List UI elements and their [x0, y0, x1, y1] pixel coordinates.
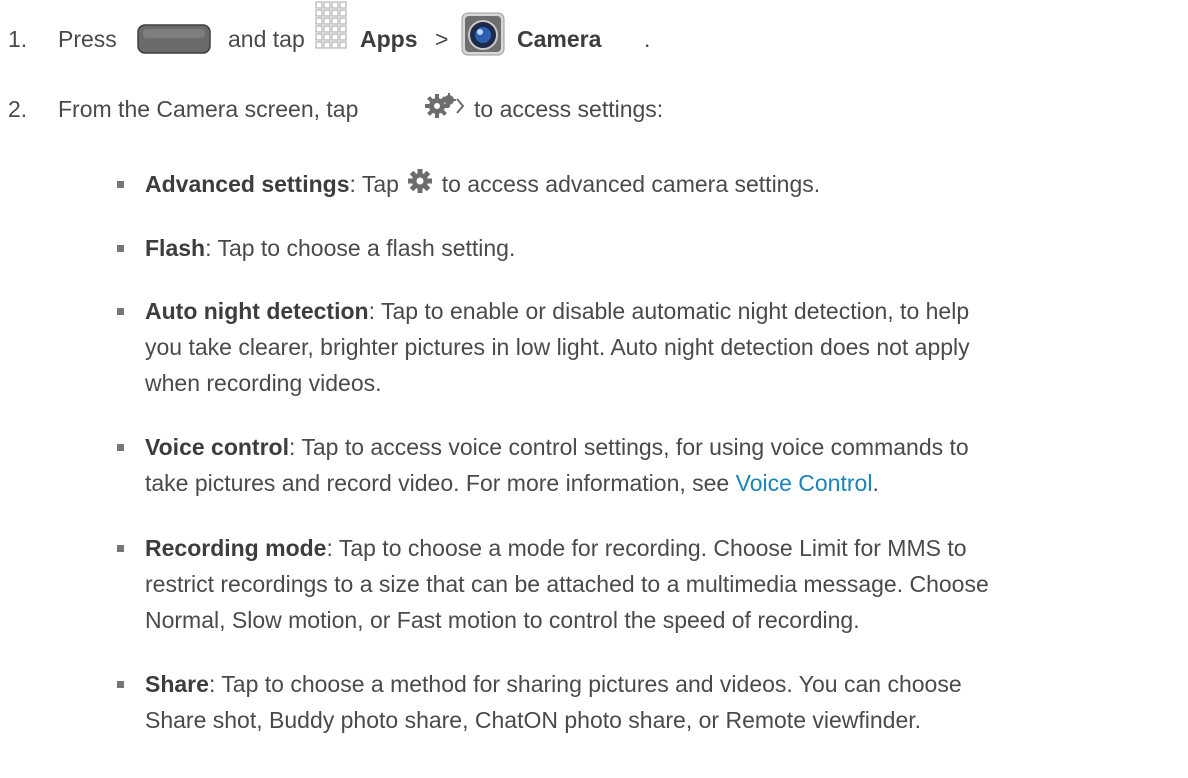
bullet-marker	[117, 308, 124, 315]
camera-label: Camera	[517, 26, 602, 52]
bullet-marker	[117, 444, 124, 451]
list-text: : Tap to access voice control settings, …	[289, 434, 969, 460]
list-text: take pictures and record video. For more…	[145, 470, 730, 496]
list-text: when recording videos.	[145, 370, 382, 396]
bullet-marker	[117, 681, 124, 688]
camera-app-icon	[461, 12, 505, 62]
list-text: Share shot, Buddy photo share, ChatON ph…	[145, 707, 922, 733]
list-text: : Tap to choose a method for sharing pic…	[208, 671, 962, 697]
step-number: 2.	[8, 96, 28, 122]
step-text: From the Camera screen, tap	[58, 96, 359, 122]
step-number: 1.	[8, 26, 28, 52]
list-text: : Tap to enable or disable automatic nig…	[368, 298, 970, 324]
home-key-icon	[137, 24, 211, 60]
list-text: : Tap	[349, 171, 399, 197]
list-text: restrict recordings to a size that can b…	[145, 571, 989, 597]
step-text: and tap	[228, 26, 305, 52]
bullet-marker	[117, 245, 124, 252]
apps-label: Apps	[360, 26, 418, 52]
step-text: Press	[58, 26, 117, 52]
term: Flash	[145, 235, 206, 261]
bullet-marker	[117, 181, 124, 188]
term: Recording mode	[145, 535, 327, 561]
list-text: : Tap to choose a flash setting.	[205, 235, 516, 261]
list-text: Normal, Slow motion, or Fast motion to c…	[145, 607, 860, 633]
term: Auto night detection	[145, 298, 369, 324]
term: Share	[145, 671, 209, 697]
list-text: : Tap to choose a mode for recording. Ch…	[326, 535, 967, 561]
term: Voice control	[145, 434, 289, 460]
gear-icon	[405, 167, 435, 193]
separator: >	[435, 26, 449, 52]
settings-expand-icon	[423, 91, 469, 127]
list-text: you take clearer, brighter pictures in l…	[145, 334, 970, 360]
period: .	[644, 26, 651, 52]
voice-control-link[interactable]: Voice Control	[736, 470, 873, 496]
bullet-marker	[117, 545, 124, 552]
term: Advanced settings	[145, 171, 350, 197]
apps-grid-icon	[312, 0, 352, 58]
list-text: to access advanced camera settings.	[441, 171, 821, 197]
step-text: to access settings:	[474, 96, 664, 122]
list-text: .	[872, 470, 879, 496]
